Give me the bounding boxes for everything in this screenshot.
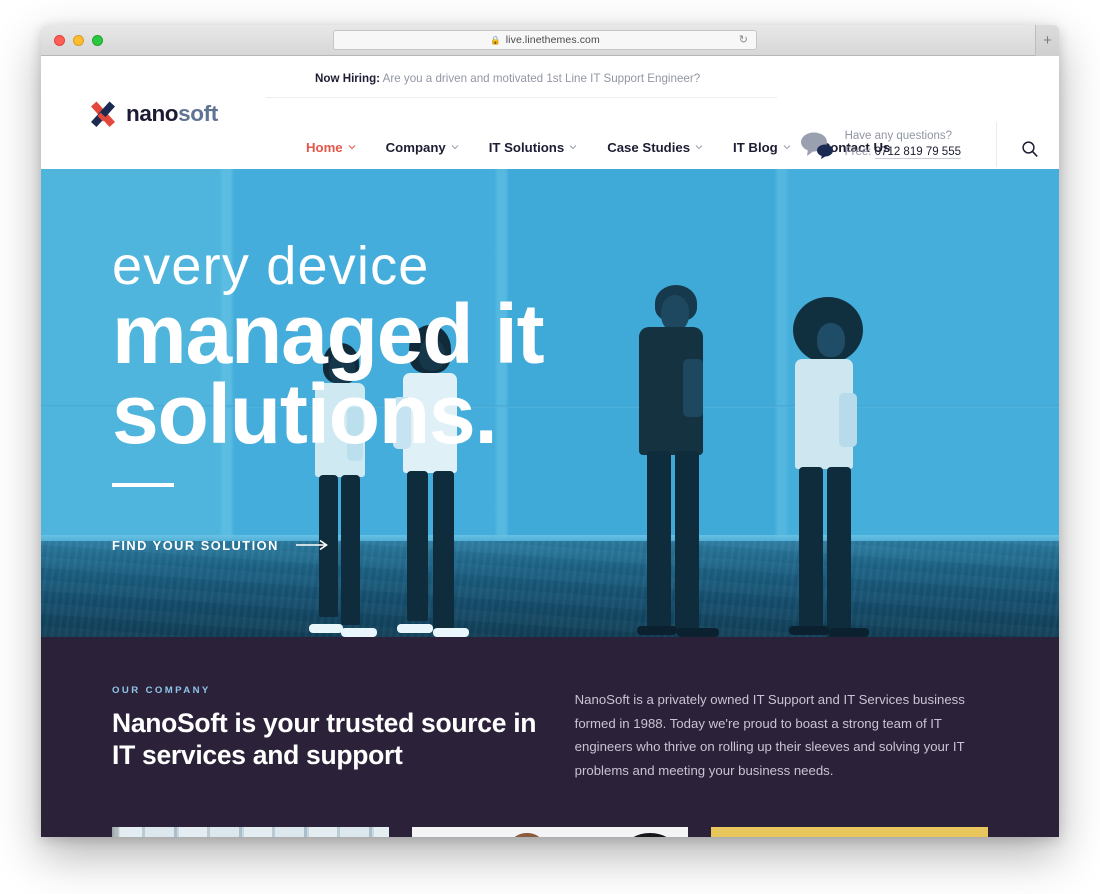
office-interior-card[interactable]: [112, 827, 389, 837]
hero-headline-line1: every device: [112, 236, 430, 296]
lock-icon: 🔒: [490, 34, 501, 45]
nav-label: Home: [306, 140, 343, 155]
nav-label: IT Solutions: [488, 140, 565, 155]
hero-ground-texture: [41, 541, 1059, 637]
nav-item-company[interactable]: Company: [386, 140, 459, 155]
arrow-right-icon: [295, 539, 329, 551]
chevron-down-icon: [569, 143, 577, 151]
nav-item-it-blog[interactable]: IT Blog: [733, 140, 791, 155]
hero-person-3: [621, 285, 731, 637]
about-section: OUR COMPANY NanoSoft is your trusted sou…: [41, 637, 1059, 837]
browser-chrome: 🔒 live.linethemes.com ↻ +: [41, 25, 1059, 56]
url-text: live.linethemes.com: [505, 34, 600, 46]
about-heading: NanoSoft is your trusted source in IT se…: [112, 708, 537, 771]
contact-free-label: Free:: [844, 145, 872, 158]
chevron-down-icon: [695, 143, 703, 151]
x-mark-icon: [91, 101, 115, 127]
chevron-down-icon: [451, 143, 459, 151]
hero-cta-label: FIND YOUR SOLUTION: [112, 537, 279, 553]
new-tab-button[interactable]: +: [1035, 25, 1059, 56]
nav-item-home[interactable]: Home: [306, 140, 356, 155]
header-contact: Have any questions? Free: 0712 819 79 55…: [800, 129, 961, 161]
about-cards: [41, 782, 1059, 837]
page-viewport: Now Hiring: Are you a driven and motivat…: [41, 56, 1059, 837]
nav-label: IT Blog: [733, 140, 778, 155]
traffic-lights: [54, 34, 103, 46]
reload-icon[interactable]: ↻: [739, 34, 748, 46]
close-window-button[interactable]: [54, 34, 65, 46]
site-header: Now Hiring: Are you a driven and motivat…: [41, 56, 1059, 169]
nav-label: Case Studies: [607, 140, 691, 155]
nav-label: Company: [385, 140, 446, 155]
speech-bubbles-icon: [800, 131, 834, 159]
search-icon[interactable]: [1021, 140, 1039, 158]
hero-headline-line2: managed it: [112, 287, 545, 381]
contact-phone-number[interactable]: 0712 819 79 555: [874, 145, 961, 159]
contact-question: Have any questions?: [844, 130, 953, 142]
announcement-text: Are you a driven and motivated 1st Line …: [380, 72, 701, 85]
hero-headline-line3: solutions.: [112, 366, 498, 461]
logo-text-nano: nano: [126, 101, 179, 127]
logo-wordmark: nanosoft: [126, 103, 218, 126]
hero-divider-rule: [112, 482, 174, 487]
chevron-down-icon: [348, 143, 356, 151]
address-bar[interactable]: 🔒 live.linethemes.com ↻: [333, 30, 757, 50]
nav-item-it-solutions[interactable]: IT Solutions: [489, 140, 577, 155]
header-vertical-divider: [996, 122, 997, 167]
site-logo[interactable]: nanosoft: [88, 101, 218, 128]
nav-item-case-studies[interactable]: Case Studies: [607, 140, 703, 155]
header-divider: [266, 97, 777, 98]
hero-content: every device managed it solutions. FIND …: [112, 236, 545, 553]
find-your-solution-button[interactable]: FIND YOUR SOLUTION: [112, 538, 543, 553]
hero-section: every device managed it solutions. FIND …: [41, 169, 1059, 637]
hero-person-4: [771, 297, 883, 637]
announcement-bar: Now Hiring: Are you a driven and motivat…: [41, 56, 1059, 85]
logo-text-soft: soft: [178, 101, 218, 127]
about-paragraph: NanoSoft is a privately owned IT Support…: [574, 692, 965, 778]
minimize-window-button[interactable]: [73, 34, 84, 46]
team-people-card[interactable]: [411, 827, 689, 837]
about-eyebrow: OUR COMPANY: [112, 685, 211, 696]
browser-window: 🔒 live.linethemes.com ↻ + Now Hiring: Ar…: [41, 25, 1059, 837]
announcement-bold: Now Hiring:: [315, 72, 381, 85]
yellow-portrait-card[interactable]: [711, 827, 989, 837]
maximize-window-button[interactable]: [92, 34, 103, 46]
chevron-down-icon: [783, 143, 791, 151]
